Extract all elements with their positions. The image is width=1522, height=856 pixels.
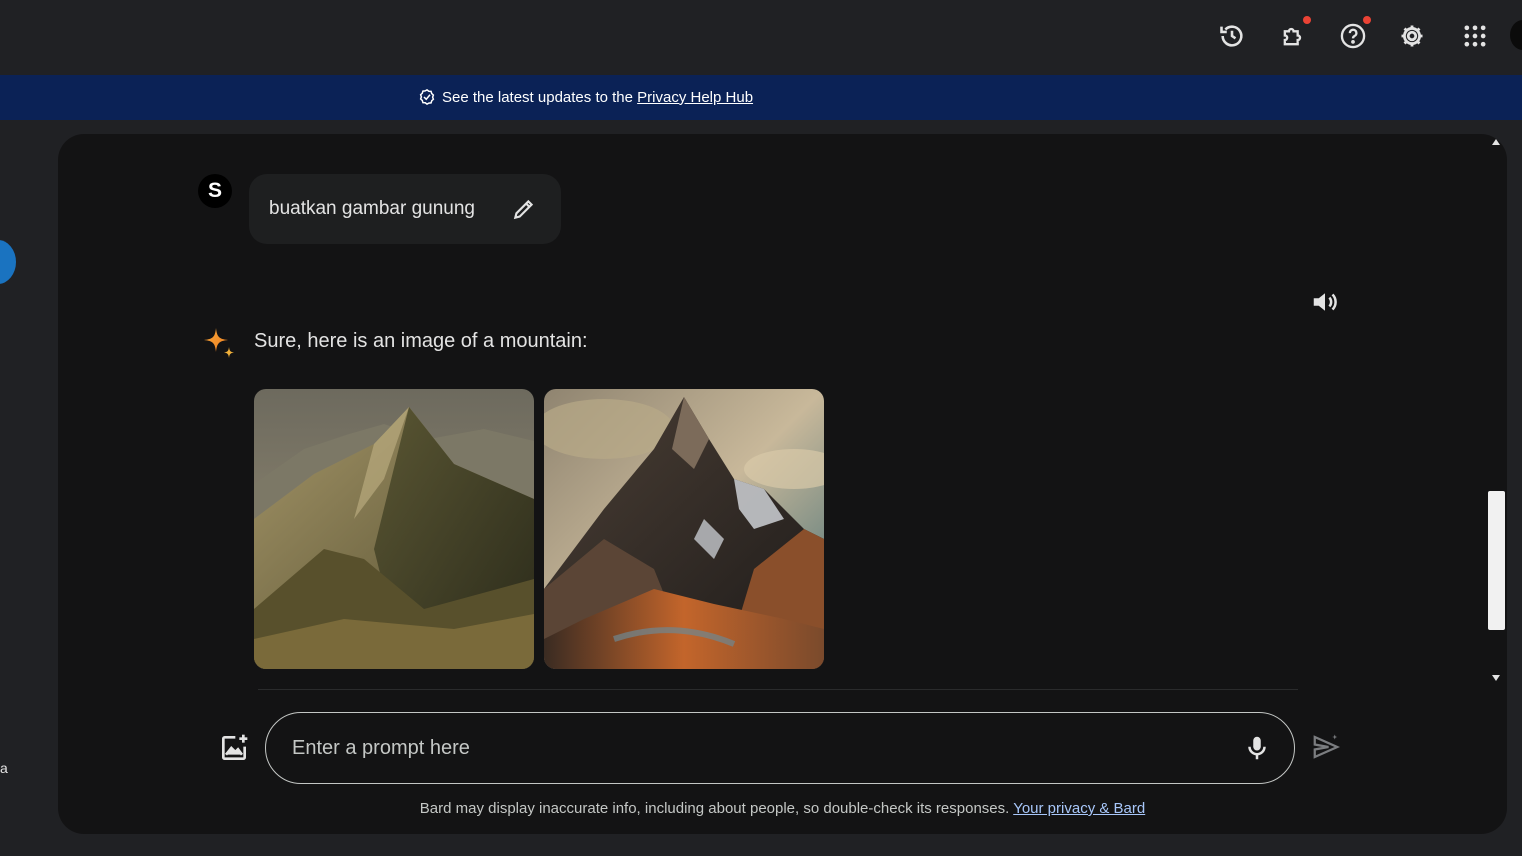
help-notification-dot bbox=[1363, 16, 1371, 24]
bard-sparkle-icon bbox=[204, 328, 234, 358]
sidebar-edge-text: a bbox=[0, 760, 8, 776]
apps-grid-icon[interactable] bbox=[1455, 16, 1495, 56]
microphone-icon[interactable] bbox=[1242, 733, 1272, 763]
privacy-help-hub-link[interactable]: Privacy Help Hub bbox=[637, 89, 753, 106]
scroll-up-arrow-icon[interactable] bbox=[1491, 138, 1501, 146]
speaker-icon[interactable] bbox=[1310, 287, 1340, 317]
history-icon[interactable] bbox=[1212, 16, 1252, 56]
mountain-image-2-graphic bbox=[544, 389, 824, 669]
privacy-and-bard-link[interactable]: Your privacy & Bard bbox=[1013, 800, 1145, 817]
prompt-box bbox=[265, 712, 1295, 784]
mountain-image-1-graphic bbox=[254, 389, 534, 669]
scrollbar-thumb[interactable] bbox=[1488, 491, 1505, 630]
mountain-image-1[interactable] bbox=[254, 389, 534, 669]
top-bar bbox=[0, 0, 1522, 74]
mountain-image-2[interactable] bbox=[544, 389, 824, 669]
prompt-input[interactable] bbox=[290, 731, 1194, 765]
response-text: Sure, here is an image of a mountain: bbox=[254, 330, 588, 352]
extensions-notification-dot bbox=[1303, 16, 1311, 24]
banner-content: See the latest updates to the Privacy He… bbox=[418, 88, 753, 106]
user-avatar: S bbox=[198, 174, 232, 208]
user-message-text: buatkan gambar gunung bbox=[269, 198, 475, 219]
content-divider bbox=[258, 689, 1298, 690]
user-message-bubble: buatkan gambar gunung bbox=[249, 174, 561, 244]
banner-text: See the latest updates to the bbox=[442, 88, 633, 106]
settings-icon[interactable] bbox=[1392, 16, 1432, 56]
privacy-banner: See the latest updates to the Privacy He… bbox=[0, 75, 1522, 120]
edit-pencil-icon[interactable] bbox=[511, 196, 537, 222]
chat-panel: S buatkan gambar gunung Sure, here is an… bbox=[58, 134, 1507, 834]
disclaimer: Bard may display inaccurate info, includ… bbox=[58, 800, 1507, 817]
disclaimer-text: Bard may display inaccurate info, includ… bbox=[419, 800, 1010, 817]
verified-check-icon bbox=[419, 88, 435, 106]
scroll-down-arrow-icon[interactable] bbox=[1491, 674, 1501, 682]
help-icon[interactable] bbox=[1333, 16, 1373, 56]
account-avatar[interactable] bbox=[1510, 20, 1522, 50]
extensions-icon[interactable] bbox=[1273, 16, 1313, 56]
send-icon[interactable] bbox=[1311, 732, 1341, 762]
side-nav-button[interactable] bbox=[0, 240, 16, 284]
upload-image-icon[interactable] bbox=[218, 732, 250, 764]
